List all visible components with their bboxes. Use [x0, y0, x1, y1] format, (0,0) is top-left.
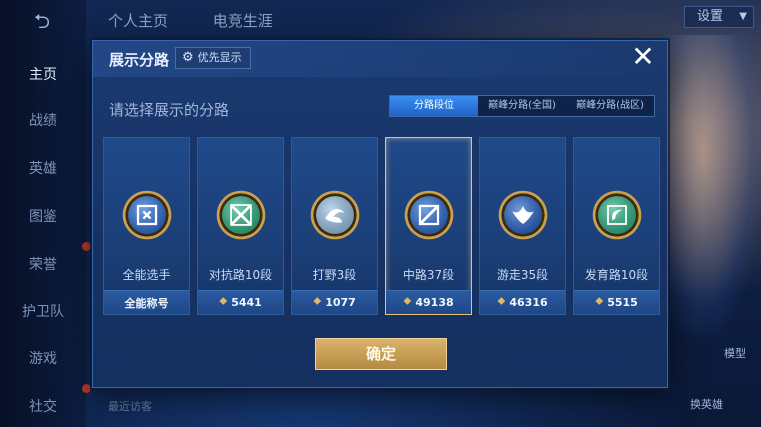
- score-arrow-icon: ⯁: [497, 297, 506, 308]
- lane-card[interactable]: 全能选手 全能称号: [103, 137, 190, 315]
- settings-button[interactable]: 设置 ▼: [684, 6, 754, 28]
- model-label[interactable]: 模型: [724, 345, 746, 361]
- tab-esports-career[interactable]: 电竞生涯: [213, 12, 273, 30]
- lane-card-name: 全能选手: [122, 268, 171, 282]
- side-nav-item-games[interactable]: 游戏: [0, 348, 86, 368]
- lane-score: 5515: [607, 296, 638, 309]
- side-nav-item-home[interactable]: 主页: [0, 64, 86, 84]
- lane-type-tabs: 分路段位 巅峰分路(全国) 巅峰分路(战区): [389, 95, 655, 117]
- side-nav-item-honor[interactable]: 荣誉: [0, 254, 86, 274]
- lane-card[interactable]: 打野3段 ⯁ 1077: [291, 137, 378, 315]
- modal-title: 展示分路: [109, 51, 170, 69]
- side-nav-item-codex[interactable]: 图鉴: [0, 206, 86, 226]
- lane-score: 5441: [231, 296, 262, 309]
- lane-score: 1077: [325, 296, 356, 309]
- tab-personal-home[interactable]: 个人主页: [108, 12, 168, 30]
- confirm-button[interactable]: 确定: [315, 338, 447, 370]
- lane-emblem-icon: [498, 190, 547, 240]
- lane-card-footer: 全能称号: [104, 290, 189, 314]
- change-hero-label[interactable]: 换英雄: [690, 396, 723, 412]
- side-nav: ⮌ 主页 战绩 英雄 图鉴 荣誉 护卫队 游戏 社交: [0, 0, 91, 427]
- lane-card-name: 发育路10段: [584, 268, 649, 282]
- lane-card[interactable]: 中路37段 ⯁ 49138: [385, 137, 472, 315]
- notification-dot: [82, 384, 91, 393]
- modal-subtitle: 请选择展示的分路: [109, 101, 230, 119]
- lane-cards: 全能选手 全能称号 对抗路10段 ⯁ 5441 打野3段 ⯁ 1077 中路37段 ⯁ 49138 游…: [103, 137, 660, 315]
- recent-visitors-label[interactable]: 最近访客: [108, 398, 152, 414]
- lane-card-footer: ⯁ 46316: [480, 290, 565, 314]
- lane-card-footer: ⯁ 1077: [292, 290, 377, 314]
- side-nav-item-guard[interactable]: 护卫队: [0, 301, 86, 321]
- tab-lane-rank[interactable]: 分路段位: [390, 96, 478, 116]
- priority-display-button[interactable]: ⚙ 优先显示: [175, 47, 251, 69]
- lane-score: 46316: [509, 296, 548, 309]
- lane-card-name: 打野3段: [312, 268, 357, 282]
- lane-card[interactable]: 游走35段 ⯁ 46316: [479, 137, 566, 315]
- hero-portrait: [664, 35, 761, 335]
- tab-peak-national[interactable]: 巅峰分路(全国): [478, 96, 566, 116]
- settings-label: 设置: [697, 9, 724, 24]
- lane-card-name: 中路37段: [402, 268, 455, 282]
- lane-score: 49138: [415, 296, 454, 309]
- score-arrow-icon: ⯁: [313, 297, 322, 308]
- lane-emblem-icon: [592, 190, 641, 240]
- show-lane-modal: 展示分路 ⚙ 优先显示 ✕ 请选择展示的分路 分路段位 巅峰分路(全国) 巅峰分…: [92, 40, 668, 388]
- notification-dot: [82, 242, 91, 251]
- back-button[interactable]: ⮌: [22, 10, 62, 32]
- gear-icon: ⚙: [182, 50, 194, 65]
- top-tabs: 个人主页 电竞生涯: [108, 10, 313, 31]
- lane-card-name: 对抗路10段: [208, 268, 273, 282]
- lane-emblem-icon: [310, 190, 359, 240]
- score-arrow-icon: ⯁: [595, 297, 604, 308]
- lane-card[interactable]: 对抗路10段 ⯁ 5441: [197, 137, 284, 315]
- lane-card-footer: ⯁ 5441: [198, 290, 283, 314]
- lane-card-footer: ⯁ 5515: [574, 290, 659, 314]
- lane-title: 全能称号: [124, 296, 169, 310]
- score-arrow-icon: ⯁: [403, 297, 412, 308]
- lane-card-footer: ⯁ 49138: [386, 290, 471, 314]
- close-icon[interactable]: ✕: [628, 43, 658, 73]
- priority-display-label: 优先显示: [197, 51, 242, 64]
- caret-down-icon: ▼: [739, 11, 747, 22]
- lane-emblem-icon: [404, 190, 453, 240]
- side-nav-item-record[interactable]: 战绩: [0, 110, 86, 130]
- side-nav-item-social[interactable]: 社交: [0, 396, 86, 416]
- lane-card-name: 游走35段: [496, 268, 549, 282]
- side-nav-item-heroes[interactable]: 英雄: [0, 158, 86, 178]
- lane-emblem-icon: [216, 190, 265, 240]
- tab-peak-zone[interactable]: 巅峰分路(战区): [566, 96, 654, 116]
- lane-emblem-icon: [122, 190, 171, 240]
- lane-card[interactable]: 发育路10段 ⯁ 5515: [573, 137, 660, 315]
- score-arrow-icon: ⯁: [219, 297, 228, 308]
